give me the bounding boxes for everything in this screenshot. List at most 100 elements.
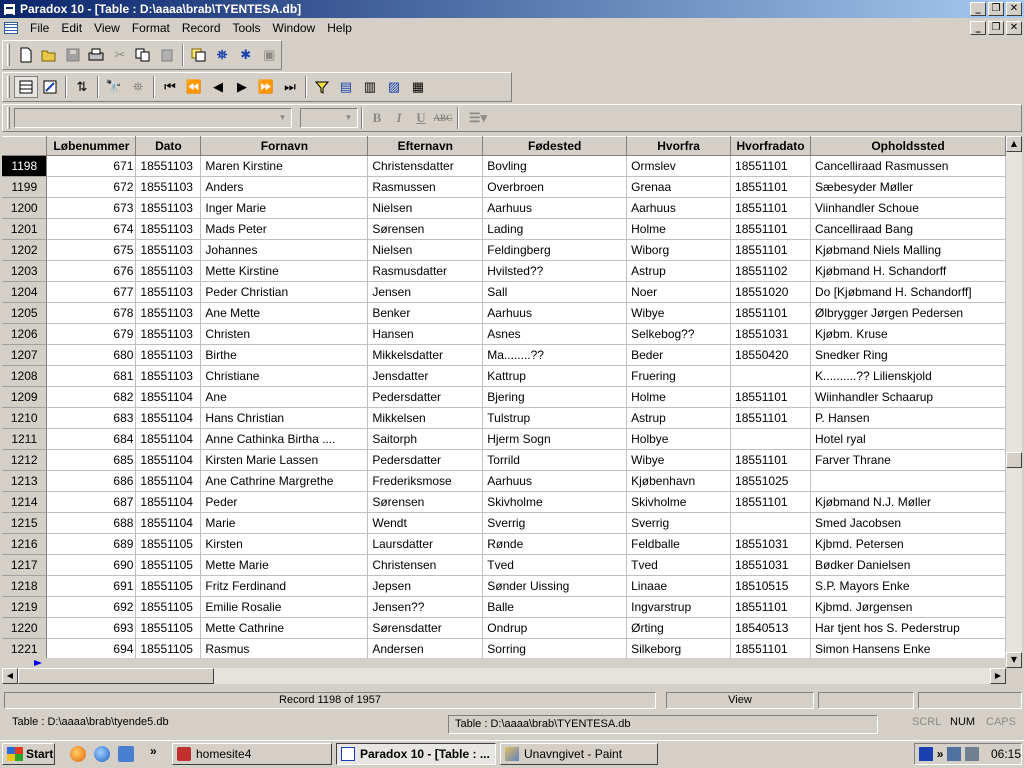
table-row[interactable]: 1215 688 18551104 Marie Wendt Sverrig Sverrig S… [2,512,1006,534]
cell-fornavn[interactable]: Ane Cathrine Margrethe [200,470,369,492]
cell-dato[interactable]: 18551104 [135,491,202,513]
cell-hvorfradato[interactable]: 18551101 [730,638,812,658]
last-record-icon[interactable]: ⏭ [278,76,302,98]
cell-hvorfra[interactable]: Holbye [626,428,732,450]
cell-hvorfradato[interactable] [730,428,812,450]
cell-opholdssted[interactable] [810,470,1006,492]
cell-dato[interactable]: 18551103 [135,260,202,282]
cell-opholdssted[interactable]: Simon Hansens Enke [810,638,1006,658]
cell-fornavn[interactable]: Anders [200,176,369,198]
column-header-hvorfra[interactable]: Hvorfra [626,136,732,156]
cell-opholdssted[interactable]: Kjøbmand H. Schandorff [810,260,1006,282]
child-minimize-button[interactable]: _ [970,21,986,35]
cell-lobenummer[interactable]: 672 [46,176,137,198]
task-homesite[interactable]: homesite4 [172,743,332,765]
cell-hvorfra[interactable]: Ørting [626,617,732,639]
table-row[interactable]: 1213 686 18551104 Ane Cathrine Margrethe Fre… [2,470,1006,492]
cell-fornavn[interactable]: Kirsten [200,533,369,555]
column-header-hvorfradato[interactable]: Hvorfradato [730,136,812,156]
table-row[interactable]: 1200 673 18551103 Inger Marie Nielsen Aarhuus… [2,197,1006,219]
cell-fodested[interactable]: Overbroen [482,176,628,198]
next-set-icon[interactable]: ⏩ [254,76,278,98]
cell-opholdssted[interactable]: Do [Kjøbmand H. Schandorff] [810,281,1006,303]
cell-dato[interactable]: 18551103 [135,281,202,303]
locate-icon[interactable]: 🔭 [102,76,126,98]
cell-fornavn[interactable]: Mads Peter [200,218,369,240]
cell-dato[interactable]: 18551105 [135,596,202,618]
cell-hvorfra[interactable]: Fruering [626,365,732,387]
menu-help[interactable]: Help [321,21,358,35]
cell-hvorfra[interactable]: Sverrig [626,512,732,534]
table-row[interactable]: 1210 683 18551104 Hans Christian Mikkelsen Tu… [2,407,1006,429]
table-row[interactable]: 1198 671 18551103 Maren Kirstine Christensda… [2,155,1006,177]
cell-dato[interactable]: 18551104 [135,428,202,450]
cell-hvorfra[interactable]: Noer [626,281,732,303]
cell-efternavn[interactable]: Christensen [367,554,484,576]
cell-efternavn[interactable]: Sørensdatter [367,617,484,639]
cell-efternavn[interactable]: Mikkelsen [367,407,484,429]
cell-dato[interactable]: 18551104 [135,470,202,492]
cell-efternavn[interactable]: Christensdatter [367,155,484,177]
cell-lobenummer[interactable]: 689 [46,533,137,555]
cell-dato[interactable]: 18551104 [135,512,202,534]
cell-efternavn[interactable]: Jepsen [367,575,484,597]
table-row[interactable]: 1203 676 18551103 Mette Kirstine Rasmusdatte… [2,260,1006,282]
cell-dato[interactable]: 18551103 [135,239,202,261]
cell-fodested[interactable]: Bovling [482,155,628,177]
cell-efternavn[interactable]: Pedersdatter [367,386,484,408]
table-row[interactable]: 1202 675 18551103 Johannes Nielsen Feldingber… [2,239,1006,261]
cell-dato[interactable]: 18551103 [135,323,202,345]
cell-fornavn[interactable]: Birthe [200,344,369,366]
cell-fornavn[interactable]: Mette Cathrine [200,617,369,639]
previous-record-icon[interactable]: ◀ [206,76,230,98]
new-file-icon[interactable] [14,44,38,66]
cell-opholdssted[interactable]: Cancelliraad Rasmussen [810,155,1006,177]
cell-fornavn[interactable]: Inger Marie [200,197,369,219]
menu-window[interactable]: Window [267,21,322,35]
cell-hvorfradato[interactable]: 18551102 [730,260,812,282]
cell-opholdssted[interactable]: P. Hansen [810,407,1006,429]
column-header-row-number[interactable] [2,136,48,156]
italic-button[interactable]: I [388,108,410,128]
desktop-icon[interactable] [118,746,134,762]
start-button[interactable]: Start [2,743,55,765]
column-header-fornavn[interactable]: Fornavn [200,136,369,156]
quick-form-icon[interactable]: ▤ [334,76,358,98]
cell-efternavn[interactable]: Hansen [367,323,484,345]
cell-fornavn[interactable]: Christen [200,323,369,345]
cell-lobenummer[interactable]: 692 [46,596,137,618]
table-row[interactable]: 1219 692 18551105 Emilie Rosalie Jensen?? Bal… [2,596,1006,618]
cell-hvorfradato[interactable]: 18550420 [730,344,812,366]
cell-opholdssted[interactable]: Viinhandler Schoue [810,197,1006,219]
cell-efternavn[interactable]: Jensen?? [367,596,484,618]
cell-fornavn[interactable]: Peder Christian [200,281,369,303]
cell-efternavn[interactable]: Wendt [367,512,484,534]
cell-hvorfra[interactable]: Grenaa [626,176,732,198]
cell-fodested[interactable]: Ma........?? [482,344,628,366]
cell-lobenummer[interactable]: 694 [46,638,137,658]
chevron-down-icon[interactable]: ▼ [275,110,290,126]
cell-hvorfra[interactable]: Astrup [626,407,732,429]
table-row[interactable]: 1216 689 18551105 Kirsten Laursdatter Rønde Fe… [2,533,1006,555]
cell-dato[interactable]: 18551105 [135,533,202,555]
menu-format[interactable]: Format [126,21,176,35]
toolbar-grip[interactable] [7,76,10,98]
cell-lobenummer[interactable]: 683 [46,407,137,429]
cell-hvorfradato[interactable]: 18551020 [730,281,812,303]
column-header-fodested[interactable]: Fødested [482,136,628,156]
cell-fodested[interactable]: Sall [482,281,628,303]
save-icon[interactable] [61,44,85,66]
table-row[interactable]: 1218 691 18551105 Fritz Ferdinand Jepsen Sønd… [2,575,1006,597]
cell-hvorfra[interactable]: Skivholme [626,491,732,513]
table-row[interactable]: 1209 682 18551104 Ane Pedersdatter Bjering Hol… [2,386,1006,408]
quick-launch-chevron[interactable]: » [150,744,157,758]
cell-hvorfradato[interactable]: 18551101 [730,197,812,219]
view-data-icon[interactable] [14,76,38,98]
cell-hvorfradato[interactable]: 18551031 [730,554,812,576]
scroll-down-button[interactable]: ▼ [1006,652,1022,668]
cell-fodested[interactable]: Bjering [482,386,628,408]
minimize-button[interactable]: _ [970,2,986,16]
cell-hvorfradato[interactable]: 18551101 [730,407,812,429]
cell-opholdssted[interactable]: Har tjent hos S. Pederstrup [810,617,1006,639]
cell-fodested[interactable]: Sorring [482,638,628,658]
